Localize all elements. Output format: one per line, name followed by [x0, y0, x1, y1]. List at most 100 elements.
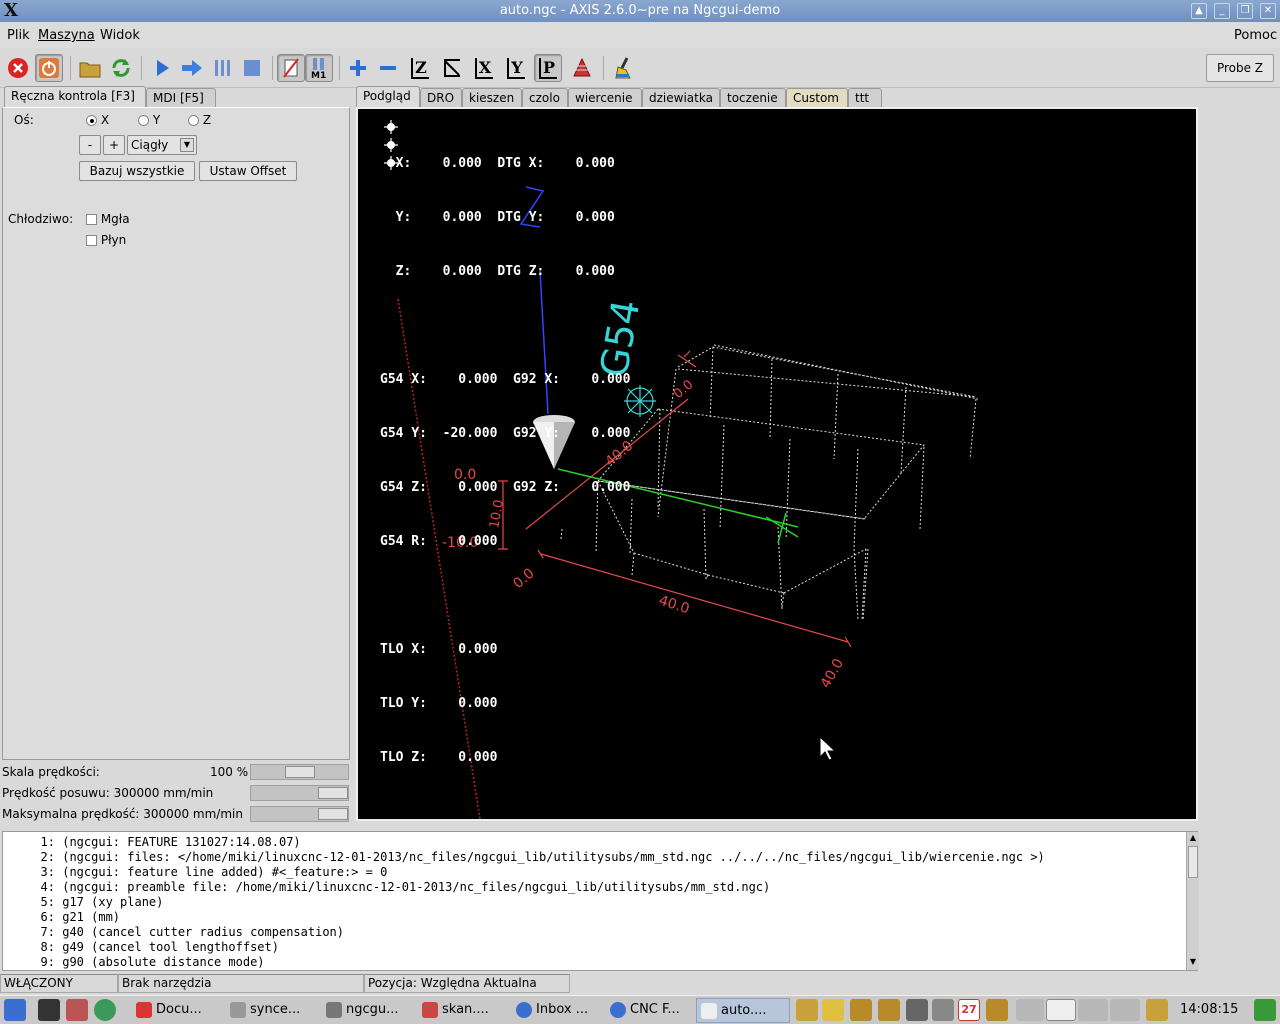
flood-checkbox[interactable]: Płyn: [86, 233, 126, 247]
axis-z-radio[interactable]: Z: [188, 113, 211, 127]
volume-icon[interactable]: [932, 999, 954, 1021]
tray-app-icon[interactable]: [1146, 999, 1168, 1021]
tab-kieszen[interactable]: kieszen: [462, 88, 522, 108]
code-line[interactable]: 2: (ngcgui: files: </home/miki/linuxcnc-…: [3, 850, 1197, 865]
code-line[interactable]: 6: g21 (mm): [3, 910, 1197, 925]
tab-mdi[interactable]: MDI [F5]: [146, 88, 216, 108]
close-icon[interactable]: ✕: [1260, 3, 1276, 19]
run-button[interactable]: [148, 54, 176, 82]
mist-checkbox[interactable]: Mgła: [86, 212, 130, 226]
task-ngcgui[interactable]: ngcgu...: [322, 998, 405, 1023]
rotate-view-button[interactable]: [568, 54, 596, 82]
code-line[interactable]: 3: (ngcgui: feature line added) #<_featu…: [3, 865, 1197, 880]
start-menu-icon[interactable]: [4, 999, 26, 1021]
maximize-icon[interactable]: ❐: [1237, 3, 1253, 19]
estop-button[interactable]: [4, 54, 32, 82]
tab-toczenie[interactable]: toczenie: [720, 88, 786, 108]
task-inbox[interactable]: Inbox ...: [512, 998, 594, 1023]
view-p-button[interactable]: P: [534, 54, 562, 82]
code-line[interactable]: 4: (ngcgui: preamble file: /home/miki/li…: [3, 880, 1197, 895]
clear-plot-button[interactable]: [610, 54, 638, 82]
stop-button[interactable]: [238, 54, 266, 82]
menu-view[interactable]: Widok: [100, 28, 140, 43]
menu-file[interactable]: Plik: [7, 28, 30, 43]
code-line[interactable]: 5: g17 (xy plane): [3, 895, 1197, 910]
task-cnc[interactable]: CNC F...: [606, 998, 686, 1023]
speed-scale-slider[interactable]: [250, 764, 349, 780]
code-line[interactable]: 8: g49 (cancel tool lengthoffset): [3, 940, 1197, 955]
minimize-icon[interactable]: _: [1214, 3, 1230, 19]
slider-thumb[interactable]: [285, 766, 315, 778]
slider-thumb[interactable]: [318, 787, 348, 799]
zoom-in-button[interactable]: [344, 54, 372, 82]
open-file-button[interactable]: [76, 54, 104, 82]
task-skan[interactable]: skan....: [418, 998, 495, 1023]
step-button[interactable]: [178, 54, 206, 82]
tray-app-icon[interactable]: [822, 999, 844, 1021]
view-z-button[interactable]: Z: [406, 54, 434, 82]
tab-ttt[interactable]: ttt: [848, 88, 882, 108]
scroll-up-icon[interactable]: ▲: [1188, 833, 1198, 843]
workspace-1[interactable]: [1016, 999, 1044, 1021]
tab-czolo[interactable]: czolo: [522, 88, 568, 108]
tab-preview[interactable]: Podgląd: [356, 86, 420, 108]
tab-dziewiatka[interactable]: dziewiatka: [642, 88, 720, 108]
jog-plus-button[interactable]: +: [103, 135, 125, 155]
feed-rate-slider[interactable]: [250, 785, 349, 801]
block-delete-toggle[interactable]: [277, 54, 305, 82]
optional-stop-toggle[interactable]: M1: [305, 54, 333, 82]
tray-app-icon[interactable]: [1254, 999, 1276, 1021]
set-offset-button[interactable]: Ustaw Offset: [199, 161, 297, 181]
home-all-button[interactable]: Bazuj wszystkie: [79, 161, 195, 181]
power-icon: [39, 58, 59, 78]
axis-x-radio[interactable]: X: [86, 113, 109, 127]
calendar-icon[interactable]: 27: [958, 999, 980, 1021]
axis-label: Oś:: [14, 113, 34, 127]
slider-thumb[interactable]: [318, 808, 348, 820]
pause-button[interactable]: [208, 54, 236, 82]
tray-app-icon[interactable]: [796, 999, 818, 1021]
code-line[interactable]: 9: g90 (absolute distance mode): [3, 955, 1197, 970]
code-line[interactable]: 1: (ngcgui: FEATURE 131027:14.08.07): [3, 835, 1197, 850]
pause-icon: [215, 60, 230, 76]
tab-dro[interactable]: DRO: [420, 88, 462, 108]
task-docu[interactable]: Docu...: [132, 998, 208, 1023]
signal-icon[interactable]: [906, 999, 928, 1021]
tab-custom[interactable]: Custom: [786, 88, 848, 108]
task-synce[interactable]: synce...: [226, 998, 306, 1023]
feed-rate-label: Prędkość posuwu: 300000 mm/min: [2, 786, 214, 800]
tray-app-icon[interactable]: [878, 999, 900, 1021]
workspace-2[interactable]: [1046, 999, 1076, 1021]
arrow-up-icon[interactable]: ▲: [1191, 3, 1207, 19]
probe-z-button[interactable]: Probe Z: [1206, 54, 1274, 82]
tray-app-icon[interactable]: [986, 999, 1008, 1021]
menu-help[interactable]: Pomoc: [1234, 28, 1277, 43]
axis-y-radio[interactable]: Y: [138, 113, 160, 127]
reload-button[interactable]: [107, 54, 135, 82]
code-line[interactable]: 7: g40 (cancel cutter radius compensatio…: [3, 925, 1197, 940]
browser-icon[interactable]: [94, 999, 116, 1021]
view-z2-button[interactable]: [438, 54, 466, 82]
menu-machine[interactable]: Maszyna: [38, 28, 95, 43]
machine-power-button[interactable]: [35, 54, 63, 82]
max-velocity-slider[interactable]: [250, 806, 349, 822]
zoom-out-button[interactable]: [374, 54, 402, 82]
tab-manual-control[interactable]: Ręczna kontrola [F3]: [4, 86, 146, 108]
gcode-listing[interactable]: 1: (ngcgui: FEATURE 131027:14.08.07) 2: …: [2, 831, 1198, 971]
scroll-thumb[interactable]: [1188, 846, 1198, 878]
position-status: Pozycja: Względna Aktualna: [364, 974, 570, 993]
jog-mode-select[interactable]: Ciągły ▼: [127, 135, 197, 155]
code-scrollbar[interactable]: ▲ ▼: [1186, 832, 1199, 970]
clock[interactable]: 14:08:15: [1180, 1002, 1238, 1017]
workspace-3[interactable]: [1078, 999, 1108, 1021]
view-y-button[interactable]: Y: [502, 54, 530, 82]
tool-icon[interactable]: [66, 999, 88, 1021]
view-x-button[interactable]: X: [470, 54, 498, 82]
tab-wiercenie[interactable]: wiercenie: [568, 88, 642, 108]
jog-minus-button[interactable]: -: [79, 135, 101, 155]
tray-app-icon[interactable]: [850, 999, 872, 1021]
task-auto[interactable]: auto....: [696, 998, 790, 1023]
terminal-icon[interactable]: [38, 999, 60, 1021]
workspace-4[interactable]: [1110, 999, 1140, 1021]
scroll-down-icon[interactable]: ▼: [1188, 957, 1198, 967]
